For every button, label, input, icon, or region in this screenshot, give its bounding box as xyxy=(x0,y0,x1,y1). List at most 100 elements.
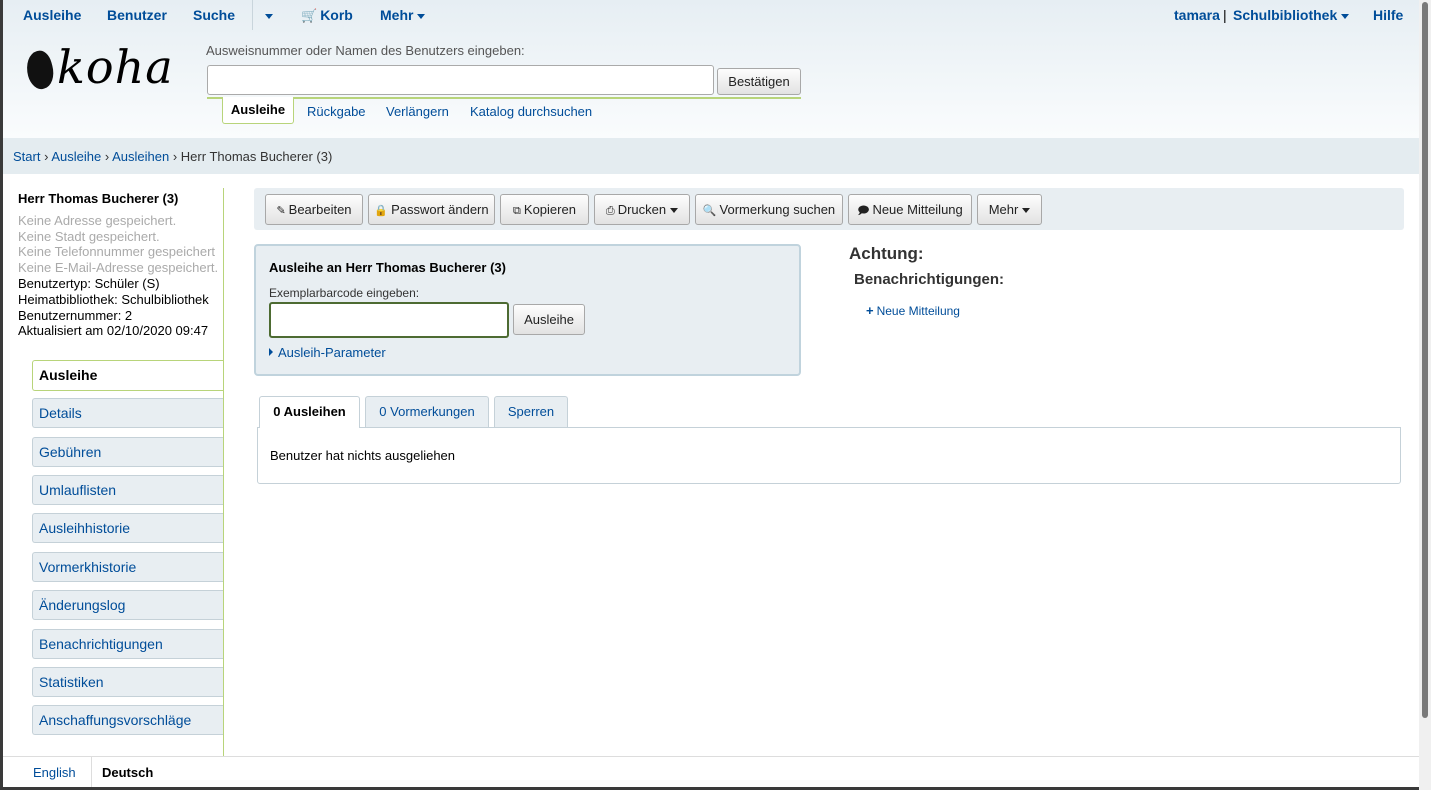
edit-button[interactable]: ✎ Bearbeiten xyxy=(265,194,363,225)
patron-category: Benutzertyp: Schüler (S) xyxy=(18,275,160,291)
language-footer: English Deutsch xyxy=(3,756,1419,787)
duplicate-button[interactable]: ⧉ Kopieren xyxy=(500,194,589,225)
sidebar-item-routing-lists[interactable]: Umlauflisten xyxy=(32,475,223,505)
tab-holds[interactable]: 0 Vormerkungen xyxy=(365,396,489,427)
koha-logo-text: koha xyxy=(57,40,174,94)
caret-right-icon xyxy=(269,348,273,356)
notices-heading: Benachrichtigungen: xyxy=(854,271,1005,288)
breadcrumb-circulation[interactable]: Ausleihe xyxy=(51,149,101,164)
checkout-submit-button[interactable]: Ausleihe xyxy=(513,304,585,335)
search-hold-label: Vormerkung suchen xyxy=(719,202,836,217)
new-message-button[interactable]: 🗩 Neue Mitteilung xyxy=(848,194,972,225)
search-tab-checkin[interactable]: Rückgabe xyxy=(307,104,366,119)
nav-more[interactable]: Mehr xyxy=(380,7,426,23)
patron-updated: Aktualisiert am 02/10/2020 09:47 xyxy=(18,323,209,339)
lock-icon: 🔒 xyxy=(374,205,389,217)
nav-divider xyxy=(252,0,253,30)
koha-leaf-icon xyxy=(22,48,58,92)
checkout-settings-label: Ausleih-Parameter xyxy=(278,345,386,360)
patron-email: Keine E-Mail-Adresse gespeichert. xyxy=(18,260,219,276)
breadcrumb: Start › Ausleihe › Ausleihen › Herr Thom… xyxy=(3,138,1419,174)
patron-home-library: Heimatbibliothek: Schulbibliothek xyxy=(18,291,209,307)
sidebar-item-details[interactable]: Details xyxy=(32,398,223,428)
search-icon: 🔍 xyxy=(702,205,717,217)
attention-heading: Achtung: xyxy=(849,244,924,263)
chevron-down-icon xyxy=(670,208,679,214)
breadcrumb-separator: › xyxy=(172,149,178,164)
sidebar-item-holds-history[interactable]: Vormerkhistorie xyxy=(32,552,223,582)
change-password-label: Passwort ändern xyxy=(391,202,489,217)
change-password-button[interactable]: 🔒 Passwort ändern xyxy=(368,194,495,225)
nav-cart[interactable]: 🛒 Korb xyxy=(301,7,353,24)
checkout-title: Ausleihe an Herr Thomas Bucherer (3) xyxy=(269,260,506,275)
print-button[interactable]: ⎙ Drucken xyxy=(594,194,690,225)
koha-logo[interactable]: koha xyxy=(22,40,174,94)
new-message-label: Neue Mitteilung xyxy=(872,202,963,217)
patron-search-input[interactable] xyxy=(207,65,714,95)
sidebar-item-statistics[interactable]: Statistiken xyxy=(32,667,223,697)
language-deutsch: Deutsch xyxy=(91,757,163,787)
search-tab-checkout[interactable]: Ausleihe xyxy=(222,97,294,124)
nav-patrons[interactable]: Benutzer xyxy=(107,7,167,23)
nav-more-label: Mehr xyxy=(380,7,414,23)
breadcrumb-current: Herr Thomas Bucherer (3) xyxy=(180,149,333,164)
search-dropdown-toggle[interactable] xyxy=(261,7,273,23)
tab-restrictions[interactable]: Sperren xyxy=(494,396,568,427)
search-hold-button[interactable]: 🔍 Vormerkung suchen xyxy=(695,194,843,225)
add-notice-link[interactable]: + Neue Mitteilung xyxy=(866,303,960,318)
no-checkouts-message: Benutzer hat nichts ausgeliehen xyxy=(270,448,456,463)
patron-info: Herr Thomas Bucherer (3) Keine Adresse g… xyxy=(18,191,223,339)
breadcrumb-checkouts[interactable]: Ausleihen xyxy=(112,149,169,164)
add-notice-label: Neue Mitteilung xyxy=(876,304,960,318)
user-library-separator: | xyxy=(1223,7,1227,23)
sidebar-item-fines[interactable]: Gebühren xyxy=(32,437,223,467)
nav-circulation[interactable]: Ausleihe xyxy=(23,7,81,23)
scrollbar-thumb[interactable] xyxy=(1422,2,1428,718)
sidebar-item-circulation-history[interactable]: Ausleihhistorie xyxy=(32,513,223,543)
nav-help[interactable]: Hilfe xyxy=(1373,7,1403,23)
cart-icon: 🛒 xyxy=(301,8,318,23)
chevron-down-icon xyxy=(1022,208,1031,214)
barcode-label: Exemplarbarcode eingeben: xyxy=(269,286,420,300)
tab-checkouts[interactable]: 0 Ausleihen xyxy=(259,396,360,428)
library-label: Schulbibliothek xyxy=(1233,7,1338,23)
patron-name: Herr Thomas Bucherer (3) xyxy=(18,191,179,206)
top-navigation: Ausleihe Benutzer Suche 🛒 Korb Mehr tamar… xyxy=(3,0,1419,30)
sidebar-item-checkout[interactable]: Ausleihe xyxy=(32,360,223,391)
search-tab-renew[interactable]: Verlängern xyxy=(386,104,449,119)
sidebar-item-purchase-suggestions[interactable]: Anschaffungsvorschläge xyxy=(32,705,223,735)
nav-search[interactable]: Suche xyxy=(193,7,235,23)
koha-page: Ausleihe Benutzer Suche 🛒 Korb Mehr tamar… xyxy=(3,0,1419,787)
duplicate-label: Kopieren xyxy=(523,202,576,217)
chevron-down-icon xyxy=(265,13,273,19)
pencil-icon: ✎ xyxy=(276,205,286,217)
breadcrumb-start[interactable]: Start xyxy=(13,149,40,164)
barcode-input[interactable] xyxy=(269,302,509,338)
chevron-down-icon xyxy=(1341,13,1350,19)
chevron-down-icon xyxy=(417,13,426,19)
comment-icon: 🗩 xyxy=(857,205,870,217)
sidebar-item-notices[interactable]: Benachrichtigungen xyxy=(32,629,223,659)
confirm-button[interactable]: Bestätigen xyxy=(717,68,801,95)
search-tabs-underline xyxy=(207,97,801,99)
breadcrumb-separator: › xyxy=(44,149,49,164)
checkout-settings-toggle[interactable]: Ausleih-Parameter xyxy=(269,345,386,360)
patron-phone: Keine Telefonnummer gespeichert xyxy=(18,244,216,260)
plus-icon: + xyxy=(866,303,874,318)
print-label: Drucken xyxy=(617,202,667,217)
nav-cart-label: Korb xyxy=(320,7,353,23)
search-tab-catalog[interactable]: Katalog durchsuchen xyxy=(470,104,592,119)
more-button[interactable]: Mehr xyxy=(977,194,1042,225)
edit-label: Bearbeiten xyxy=(288,202,352,217)
language-english[interactable]: English xyxy=(33,765,76,780)
patron-search-label: Ausweisnummer oder Namen des Benutzers e… xyxy=(206,43,525,58)
sidebar-border xyxy=(223,188,224,756)
patron-city: Keine Stadt gespeichert. xyxy=(18,228,160,244)
patron-address: Keine Adresse gespeichert. xyxy=(18,212,177,228)
printer-icon: ⎙ xyxy=(605,205,615,217)
logged-in-user[interactable]: tamara xyxy=(1174,7,1220,23)
copy-icon: ⧉ xyxy=(513,205,521,217)
library-selector[interactable]: Schulbibliothek xyxy=(1233,7,1350,23)
sidebar-item-modification-log[interactable]: Änderungslog xyxy=(32,590,223,620)
breadcrumb-separator: › xyxy=(104,149,110,164)
